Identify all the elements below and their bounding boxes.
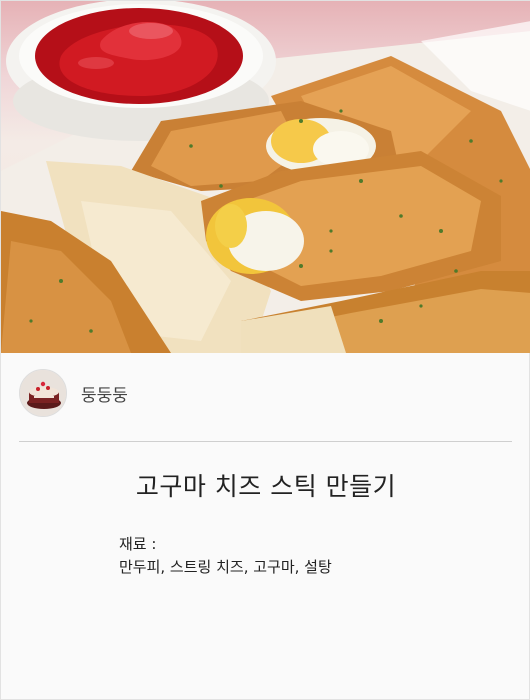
cake-avatar-icon[interactable] <box>19 369 67 417</box>
author-row[interactable]: 둥둥둥 <box>19 369 128 417</box>
ingredients-list: 만두피, 스트링 치즈, 고구마, 설탕 <box>119 558 332 576</box>
ingredients-label: 재료 : <box>119 535 157 553</box>
recipe-title: 고구마 치즈 스틱 만들기 <box>135 472 397 501</box>
recipe-card[interactable]: 둥둥둥 고구마 치즈 스틱 만들기 재료 : 만두피, 스트링 치즈, 고구마,… <box>0 0 530 700</box>
ingredients-block: 재료 : 만두피, 스트링 치즈, 고구마, 설탕 <box>119 533 332 579</box>
author-name[interactable]: 둥둥둥 <box>81 381 128 406</box>
recipe-hero-image[interactable] <box>1 1 530 353</box>
section-divider <box>19 441 512 442</box>
